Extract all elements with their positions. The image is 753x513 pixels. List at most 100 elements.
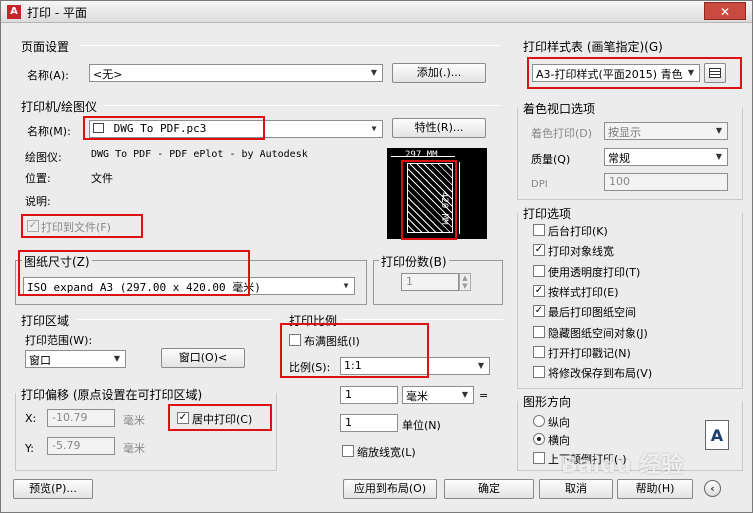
divider <box>343 319 503 320</box>
chevron-down-icon: ▼ <box>371 124 377 133</box>
scale-unit-label: 单位(N) <box>402 419 441 432</box>
plotter-label: 绘图仪: <box>25 151 62 164</box>
plot-option-checkbox[interactable] <box>533 366 545 378</box>
plot-area-group-label: 打印区域 <box>21 314 70 328</box>
chevron-down-icon: ▼ <box>477 361 485 370</box>
chevron-down-icon: ▼ <box>715 126 723 135</box>
plot-option-checkbox[interactable] <box>533 265 545 277</box>
printer-properties-button[interactable]: 特性(R)... <box>392 118 486 138</box>
page-setup-name-label: 名称(A): <box>27 69 69 82</box>
quality-select[interactable]: 常规 ▼ <box>604 148 728 166</box>
plot-option-label: 打印对象线宽 <box>548 245 614 258</box>
plot-options-frame <box>517 213 743 389</box>
offset-y-unit: 毫米 <box>123 442 145 455</box>
plot-option-checkbox[interactable] <box>533 346 545 358</box>
plot-option-checkbox[interactable] <box>533 224 545 236</box>
plot-option-label: 使用透明度打印(T) <box>548 266 641 279</box>
chevron-down-icon: ▼ <box>370 68 378 77</box>
offset-x-input[interactable]: -10.79 <box>47 409 115 427</box>
plot-option-checkbox[interactable]: ✓ <box>533 285 545 297</box>
plot-option-label: 打开打印戳记(N) <box>548 347 631 360</box>
offset-y-input[interactable]: -5.79 <box>47 437 115 455</box>
scale-value2-input[interactable]: 1 <box>340 414 398 432</box>
page-setup-group-label: 页面设置 <box>21 40 70 54</box>
divider <box>77 319 273 320</box>
copies-input[interactable]: 1 <box>401 273 459 291</box>
plot-option-label: 最后打印图纸空间 <box>548 306 636 319</box>
highlight-plot-scale <box>280 323 429 378</box>
help-button[interactable]: 帮助(H) <box>617 479 693 499</box>
plot-option-label: 后台打印(K) <box>548 225 608 238</box>
dpi-input[interactable]: 100 <box>604 173 728 191</box>
copies-group-label: 打印份数(B) <box>379 253 449 270</box>
highlight-print-to-file <box>21 214 143 238</box>
add-page-setup-button[interactable]: 添加(.)... <box>392 63 486 83</box>
plot-style-group-label: 打印样式表 (画笔指定)(G) <box>523 40 663 54</box>
equals-sign: = <box>479 389 489 402</box>
scale-lineweights-checkbox[interactable] <box>342 445 354 457</box>
quality-value: 常规 <box>608 152 630 165</box>
preview-button[interactable]: 预览(P)... <box>13 479 93 499</box>
portrait-radio[interactable] <box>533 415 545 427</box>
window-title: 打印 - 平面 <box>27 6 87 20</box>
plot-option-checkbox[interactable]: ✓ <box>533 305 545 317</box>
landscape-label: 横向 <box>548 434 570 447</box>
highlight-paper-size <box>18 250 250 296</box>
description-label: 说明: <box>25 195 51 208</box>
dpi-label: DPI <box>531 179 548 190</box>
plot-range-value: 窗口 <box>29 354 51 367</box>
plot-option-checkbox[interactable]: ✓ <box>533 244 545 256</box>
plot-range-select[interactable]: 窗口 ▼ <box>25 350 126 368</box>
title-bar: A 打印 - 平面 ✕ <box>1 1 752 23</box>
landscape-radio[interactable] <box>533 433 545 445</box>
shade-plot-label: 着色打印(D) <box>531 127 593 140</box>
highlight-preview-paper <box>401 160 457 240</box>
orientation-page-icon: A <box>705 420 729 450</box>
plotter-value: DWG To PDF - PDF ePlot - by Autodesk <box>91 149 308 160</box>
divider <box>81 45 501 46</box>
plot-dialog: A 打印 - 平面 ✕ 页面设置 名称(A): <无> ▼ 添加(.)... 打… <box>0 0 753 513</box>
collapse-arrow-icon[interactable]: ‹ <box>704 480 721 497</box>
plot-option-label: 将修改保存到布局(V) <box>548 367 653 380</box>
scale-unit-value: 毫米 <box>406 390 428 403</box>
copies-spinner[interactable]: ▲ ▼ <box>459 273 471 291</box>
height-dimension-line <box>459 162 460 234</box>
ok-button[interactable]: 确定 <box>444 479 534 499</box>
offset-x-unit: 毫米 <box>123 414 145 427</box>
plot-range-label: 打印范围(W): <box>25 334 93 347</box>
printer-group-label: 打印机/绘图仪 <box>21 100 98 114</box>
page-setup-name-value: <无> <box>93 68 123 81</box>
offset-x-label: X: <box>25 412 37 425</box>
printer-name-label: 名称(M): <box>27 125 71 138</box>
shade-plot-value: 按显示 <box>608 126 641 139</box>
divider <box>105 105 501 106</box>
scale-value1-input[interactable]: 1 <box>340 386 398 404</box>
highlight-center-plot <box>168 404 272 431</box>
chevron-down-icon: ▼ <box>343 281 349 290</box>
cancel-button[interactable]: 取消 <box>539 479 613 499</box>
highlight-printer-name <box>83 116 265 140</box>
width-dimension-line <box>391 156 455 157</box>
close-button[interactable]: ✕ <box>704 2 746 20</box>
baidu-watermark: Baidu 经验 <box>561 453 684 478</box>
chevron-down-icon: ▼ <box>113 354 121 363</box>
quality-label: 质量(Q) <box>531 153 571 166</box>
chevron-down-icon: ▼ <box>715 152 723 161</box>
scale-unit-select[interactable]: 毫米 ▼ <box>402 386 474 404</box>
plot-option-checkbox[interactable] <box>533 326 545 338</box>
location-value: 文件 <box>91 172 113 185</box>
upside-down-checkbox[interactable] <box>533 452 545 464</box>
preview-width-label: 297 MM <box>405 150 438 160</box>
autocad-app-icon: A <box>7 5 21 19</box>
offset-y-label: Y: <box>25 442 34 455</box>
plot-window-button[interactable]: 窗口(O)< <box>161 348 245 368</box>
plot-option-label: 隐藏图纸空间对象(J) <box>548 327 648 340</box>
page-setup-name-select[interactable]: <无> ▼ <box>89 64 383 82</box>
apply-to-layout-button[interactable]: 应用到布局(O) <box>343 479 437 499</box>
location-label: 位置: <box>25 172 51 185</box>
chevron-down-icon: ▼ <box>461 390 469 399</box>
plot-option-label: 按样式打印(E) <box>548 286 619 299</box>
shade-plot-select[interactable]: 按显示 ▼ <box>604 122 728 140</box>
scale-lineweights-label: 缩放线宽(L) <box>357 446 416 459</box>
portrait-label: 纵向 <box>548 416 570 429</box>
